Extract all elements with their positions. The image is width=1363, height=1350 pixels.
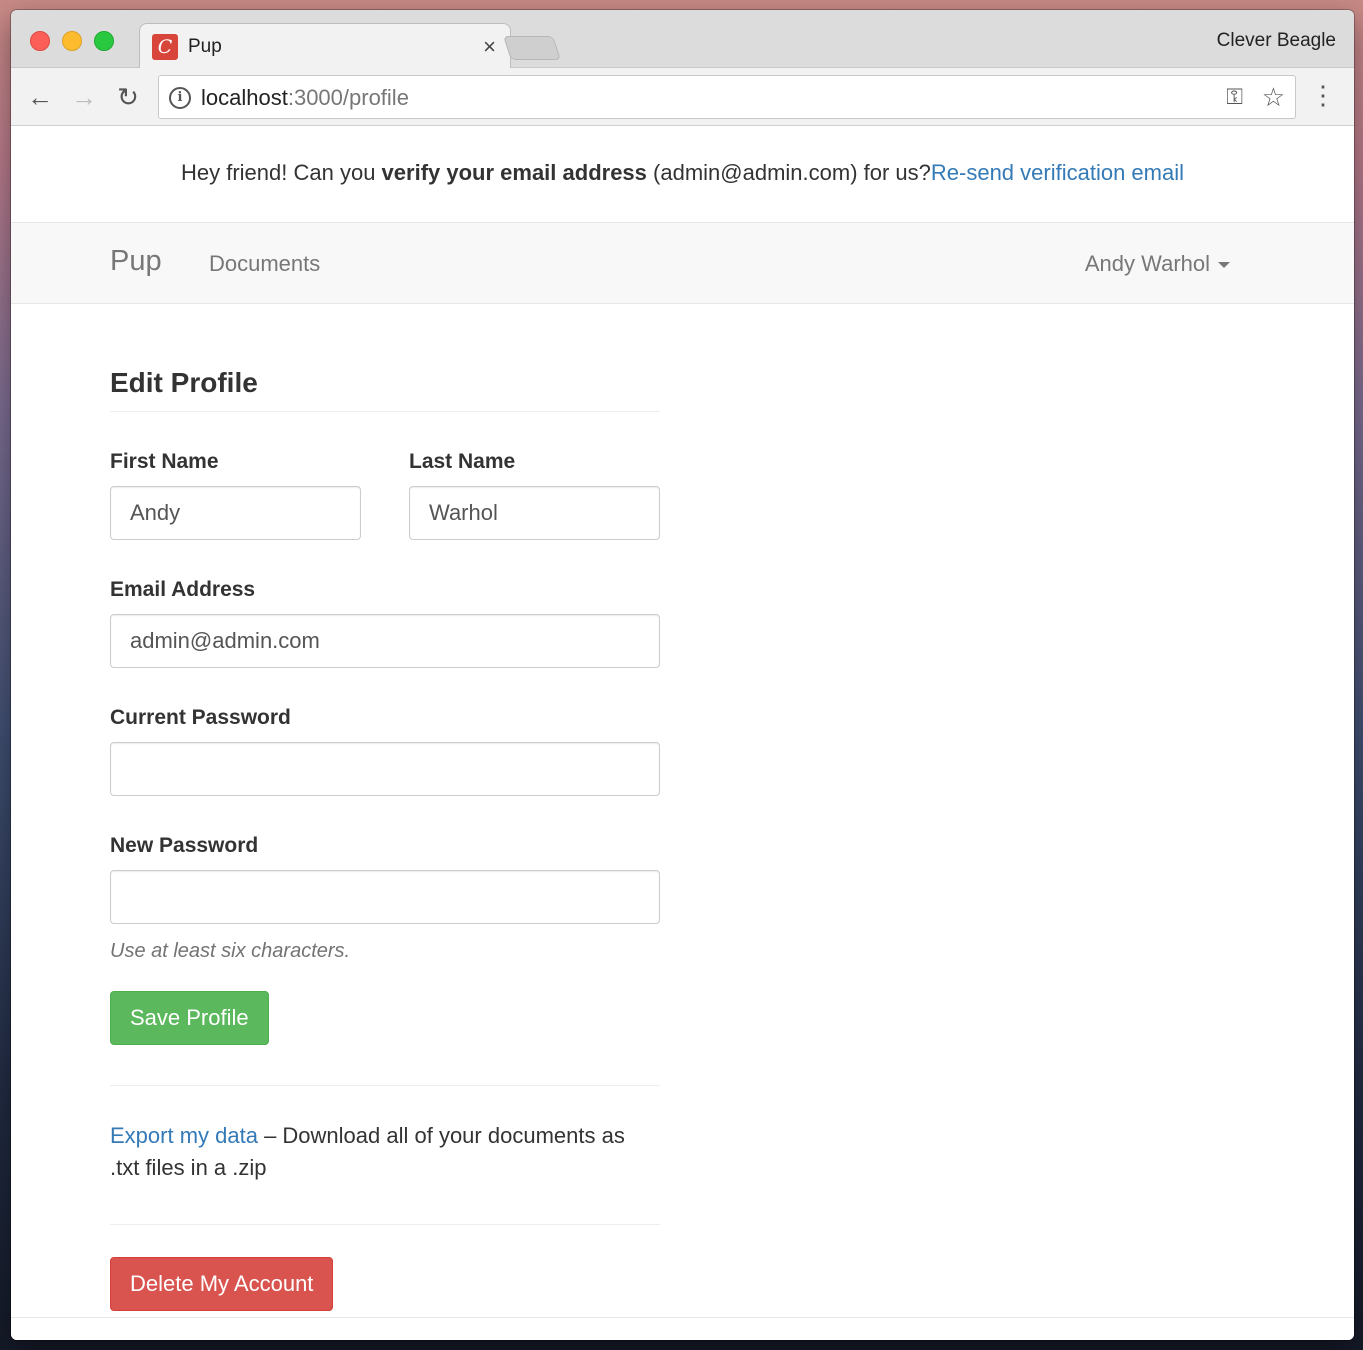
new-password-input[interactable] xyxy=(110,870,660,924)
current-password-label: Current Password xyxy=(110,706,291,729)
password-help-text: Use at least six characters. xyxy=(110,940,351,962)
back-arrow-icon[interactable]: ← xyxy=(25,82,55,112)
url-host: localhost xyxy=(201,85,288,110)
footer-divider xyxy=(11,1317,1354,1318)
email-input[interactable] xyxy=(110,614,660,668)
export-data-link[interactable]: Export my data xyxy=(110,1123,258,1148)
reload-icon[interactable]: ↻ xyxy=(113,82,143,112)
email-label: Email Address xyxy=(110,578,256,601)
export-data-text: Export my data – Download all of your do… xyxy=(110,1120,660,1184)
first-name-input[interactable] xyxy=(110,486,361,540)
page-title: Edit Profile xyxy=(110,367,660,412)
browser-profile-name[interactable]: Clever Beagle xyxy=(1217,30,1336,52)
info-icon[interactable]: i xyxy=(169,87,191,109)
user-dropdown[interactable]: Andy Warhol xyxy=(1085,251,1230,277)
browser-window: C Pup × Clever Beagle ← → ↻ i localhost:… xyxy=(11,10,1354,1340)
key-icon[interactable]: ⚿ xyxy=(1226,84,1243,110)
resend-verification-link[interactable]: Re-send verification email xyxy=(931,160,1184,185)
page: Hey friend! Can you verify your email ad… xyxy=(11,127,1354,1340)
first-name-label: First Name xyxy=(110,450,219,473)
current-password-group: Current Password xyxy=(110,706,660,796)
title-bar: C Pup × Clever Beagle xyxy=(11,10,1354,69)
last-name-input[interactable] xyxy=(409,486,660,540)
browser-tab[interactable]: C Pup × xyxy=(139,23,511,69)
last-name-group: Last Name xyxy=(409,450,660,540)
user-name: Andy Warhol xyxy=(1084,251,1210,276)
banner-suffix: (admin@admin.com) for us? xyxy=(646,160,931,185)
new-password-group: New Password Use at least six characters… xyxy=(110,834,660,963)
minimize-window-button[interactable] xyxy=(62,31,82,51)
save-profile-button[interactable]: Save Profile xyxy=(110,991,269,1045)
email-group: Email Address xyxy=(110,578,660,668)
address-bar[interactable]: i localhost:3000/profile ⚿ ☆ xyxy=(158,75,1296,119)
banner-bold-text: verify your email address xyxy=(381,160,647,185)
delete-account-button[interactable]: Delete My Account xyxy=(110,1257,334,1311)
star-icon[interactable]: ☆ xyxy=(1262,82,1285,113)
url-path: :3000/profile xyxy=(287,85,409,110)
kebab-menu-icon[interactable]: ⋮ xyxy=(1310,80,1336,110)
verify-email-banner: Hey friend! Can you verify your email ad… xyxy=(11,127,1354,223)
profile-form: Edit Profile First Name Last Name Email … xyxy=(110,367,660,1311)
banner-prefix: Hey friend! Can you xyxy=(181,160,382,185)
close-window-button[interactable] xyxy=(30,31,50,51)
divider xyxy=(110,1085,660,1086)
tab-title: Pup xyxy=(188,36,222,57)
name-row: First Name Last Name xyxy=(110,450,660,540)
zoom-window-button[interactable] xyxy=(94,31,114,51)
forward-arrow-icon[interactable]: → xyxy=(69,82,99,112)
new-tab-button[interactable] xyxy=(503,36,561,60)
caret-down-icon xyxy=(1218,262,1230,269)
url-text[interactable]: localhost:3000/profile xyxy=(201,85,409,111)
nav-documents-link[interactable]: Documents xyxy=(209,251,320,277)
last-name-label: Last Name xyxy=(409,450,516,473)
current-password-input[interactable] xyxy=(110,742,660,796)
first-name-group: First Name xyxy=(110,450,361,540)
divider xyxy=(110,1224,660,1225)
favicon-icon: C xyxy=(152,34,178,60)
navbar: Pup Documents Andy Warhol xyxy=(11,223,1354,304)
new-password-label: New Password xyxy=(110,834,259,857)
tab-close-icon[interactable]: × xyxy=(483,34,496,60)
navbar-brand[interactable]: Pup xyxy=(110,245,162,278)
browser-toolbar: ← → ↻ i localhost:3000/profile ⚿ ☆ ⋮ xyxy=(11,68,1354,126)
